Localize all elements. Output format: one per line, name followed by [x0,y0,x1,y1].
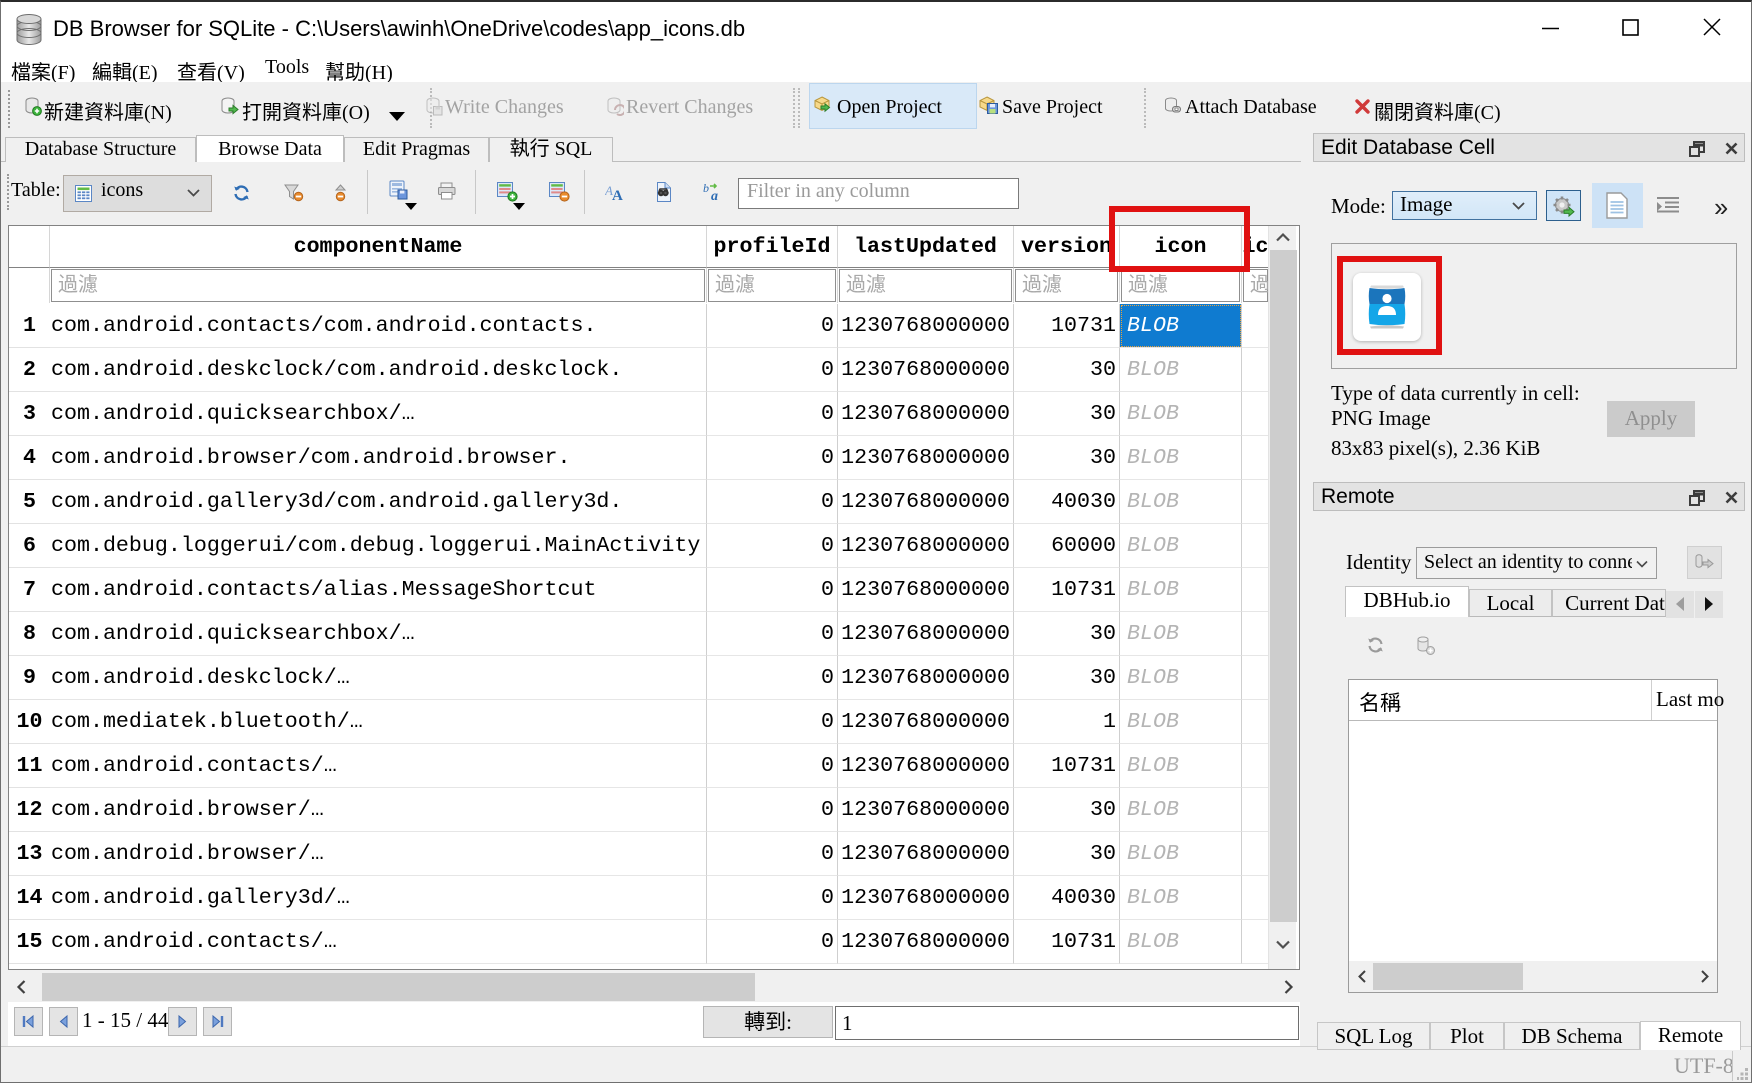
svg-text:a: a [711,189,718,202]
svg-text:A: A [612,188,623,201]
svg-text:b: b [703,182,709,195]
